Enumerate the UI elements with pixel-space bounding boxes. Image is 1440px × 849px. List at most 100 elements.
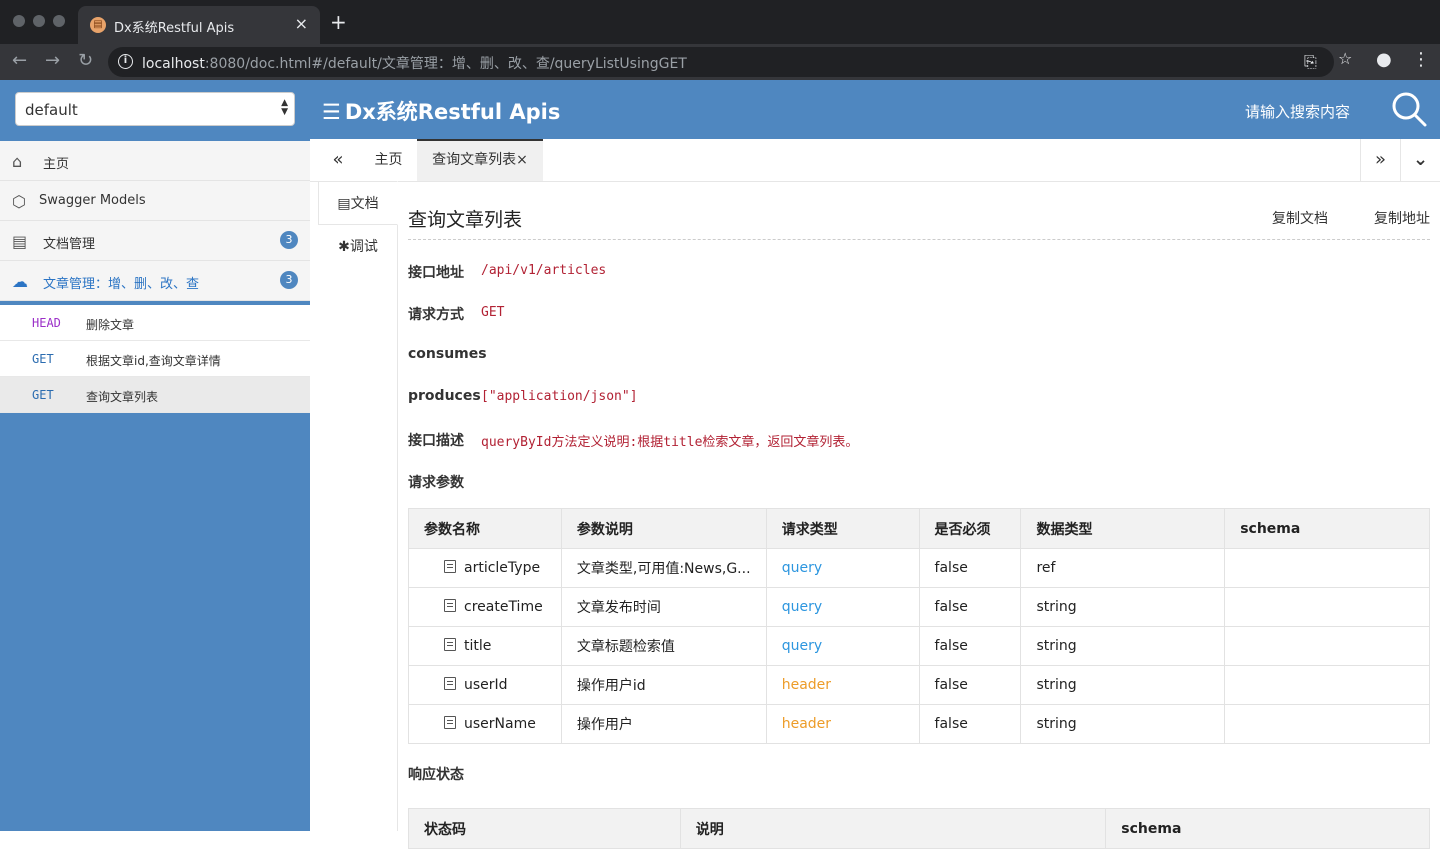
api-item-list-articles[interactable]: GET 查询文章列表 <box>0 377 310 413</box>
tabs-next-button[interactable]: » <box>1360 139 1400 181</box>
tab-query-list[interactable]: 查询文章列表× <box>417 139 543 181</box>
api-item-delete-article[interactable]: HEAD 删除文章 <box>0 305 310 341</box>
param-type-cell: string <box>1020 587 1226 627</box>
copy-doc-button[interactable]: 复制文档 <box>1272 208 1328 228</box>
window-minimize-dot[interactable] <box>33 15 45 27</box>
search-input[interactable]: 请输入搜索内容 <box>1245 101 1350 122</box>
window-maximize-dot[interactable] <box>53 15 65 27</box>
table-header-row: 状态码 说明 schema <box>408 808 1430 849</box>
param-required-cell: false <box>918 626 1022 666</box>
column-header: 数据类型 <box>1020 508 1226 549</box>
column-header: 状态码 <box>408 808 681 849</box>
produces-label: produces <box>408 388 481 404</box>
param-in-cell: header <box>765 665 920 705</box>
table-row: userName 操作用户 header false string <box>408 704 1430 744</box>
tabs-more-icon[interactable]: ⌄ <box>1400 139 1440 181</box>
url-label: 接口地址 <box>408 265 464 281</box>
new-tab-button[interactable]: + <box>330 10 347 34</box>
page-title: 查询文章列表 <box>408 209 523 231</box>
param-desc-cell: 文章标题检索值 <box>560 626 767 666</box>
browser-tab[interactable]: ▤ Dx系统Restful Apis × <box>78 6 320 44</box>
sidebar-item-swagger-models[interactable]: ⬡ Swagger Models <box>0 181 310 221</box>
param-desc-cell: 操作用户id <box>560 665 767 705</box>
back-icon[interactable]: ← <box>12 50 27 71</box>
table-row: userId 操作用户id header false string <box>408 665 1430 705</box>
method-value: GET <box>481 305 505 320</box>
param-icon <box>444 716 456 729</box>
api-item-get-article[interactable]: GET 根据文章id,查询文章详情 <box>0 341 310 377</box>
column-header: schema <box>1105 808 1430 849</box>
sidebar-item-article-manage[interactable]: ☁ 文章管理：增、删、改、查 3 <box>0 261 310 301</box>
param-name-cell: createTime <box>408 587 562 627</box>
sidebar-item-label: Swagger Models <box>39 193 146 208</box>
param-schema-cell <box>1224 704 1430 744</box>
method-label: 请求方式 <box>408 307 464 323</box>
browser-menu-icon[interactable]: ⋮ <box>1412 49 1430 70</box>
select-arrows-icon: ▲ ▼ <box>281 98 288 117</box>
profile-icon[interactable]: ● <box>1376 49 1392 70</box>
produces-value: ["application/json"] <box>481 389 638 404</box>
copy-address-button[interactable]: 复制地址 <box>1374 208 1430 228</box>
param-schema-cell <box>1224 626 1430 666</box>
tabs-prev-button[interactable]: « <box>318 139 358 181</box>
favicon-icon: ▤ <box>90 17 106 33</box>
sidebar-item-label: 主页 <box>43 157 70 172</box>
params-table: 参数名称 参数说明 请求类型 是否必须 数据类型 schema articleT… <box>408 508 1430 744</box>
column-header: 说明 <box>679 808 1107 849</box>
param-in-cell: query <box>765 587 920 627</box>
home-icon: ⌂ <box>12 152 23 171</box>
param-in-cell: header <box>765 704 920 744</box>
group-select-value: default <box>25 101 78 119</box>
reload-icon[interactable]: ↻ <box>78 50 93 71</box>
param-required-cell: false <box>918 704 1022 744</box>
param-name-cell: articleType <box>408 548 562 588</box>
param-type-cell: string <box>1020 704 1226 744</box>
cube-icon: ⬡ <box>12 192 26 211</box>
doc-debug-tabs: ▤文档 ✱调试 <box>318 181 398 831</box>
param-schema-cell <box>1224 587 1430 627</box>
count-badge: 3 <box>280 231 298 249</box>
group-select[interactable]: default ▲ ▼ <box>15 92 295 126</box>
sidebar-item-doc-manage[interactable]: ▤ 文档管理 3 <box>0 221 310 261</box>
url-value: /api/v1/articles <box>481 263 607 278</box>
http-method: HEAD <box>32 316 61 330</box>
tab-close-icon[interactable]: × <box>295 14 308 33</box>
menu-icon[interactable]: ☰ <box>322 100 341 124</box>
param-desc-cell: 文章发布时间 <box>560 587 767 627</box>
bookmark-star-icon[interactable]: ☆ <box>1338 49 1352 68</box>
translate-icon[interactable]: ⎘ <box>1304 52 1317 72</box>
param-schema-cell <box>1224 665 1430 705</box>
doc-file-icon: ▤ <box>337 196 351 212</box>
site-info-icon[interactable]: i <box>118 54 133 69</box>
param-desc-cell: 文章类型,可用值:News,G... <box>560 548 767 588</box>
window-close-dot[interactable] <box>13 15 25 27</box>
request-params-label: 请求参数 <box>408 475 464 491</box>
doc-settings-icon: ▤ <box>12 232 28 251</box>
count-badge: 3 <box>280 271 298 289</box>
page-tab-strip: « 主页 查询文章列表× » ⌄ <box>310 139 1440 182</box>
description-label: 接口描述 <box>408 433 464 449</box>
sidebar-item-home[interactable]: ⌂ 主页 <box>0 141 310 181</box>
param-icon <box>444 599 456 612</box>
param-name-cell: userId <box>408 665 562 705</box>
param-required-cell: false <box>918 665 1022 705</box>
tab-doc[interactable]: ▤文档 <box>318 181 398 225</box>
param-icon <box>444 638 456 651</box>
param-required-cell: false <box>918 548 1022 588</box>
param-name-cell: title <box>408 626 562 666</box>
search-icon[interactable] <box>1390 90 1428 128</box>
url-field[interactable]: i localhost:8080/doc.html#/default/文章管理：… <box>108 47 1334 77</box>
tab-home[interactable]: 主页 <box>360 139 417 181</box>
address-bar: ← → ↻ i localhost:8080/doc.html#/default… <box>0 44 1440 80</box>
app-header: default ▲ ▼ ☰ Dx系统Restful Apis 请输入搜索内容 <box>0 80 1440 139</box>
tab-debug[interactable]: ✱调试 <box>318 225 398 269</box>
app-title: ☰ Dx系统Restful Apis <box>322 100 561 124</box>
column-header: 参数名称 <box>408 508 562 549</box>
http-method: GET <box>32 352 54 366</box>
sidebar: ⌂ 主页 ⬡ Swagger Models ▤ 文档管理 3 ☁ 文章管理：增、… <box>0 139 310 831</box>
param-icon <box>444 560 456 573</box>
forward-icon[interactable]: → <box>45 50 60 71</box>
browser-tab-bar: ▤ Dx系统Restful Apis × + <box>0 0 1440 44</box>
browser-tab-title: Dx系统Restful Apis <box>114 21 235 36</box>
param-name-cell: userName <box>408 704 562 744</box>
